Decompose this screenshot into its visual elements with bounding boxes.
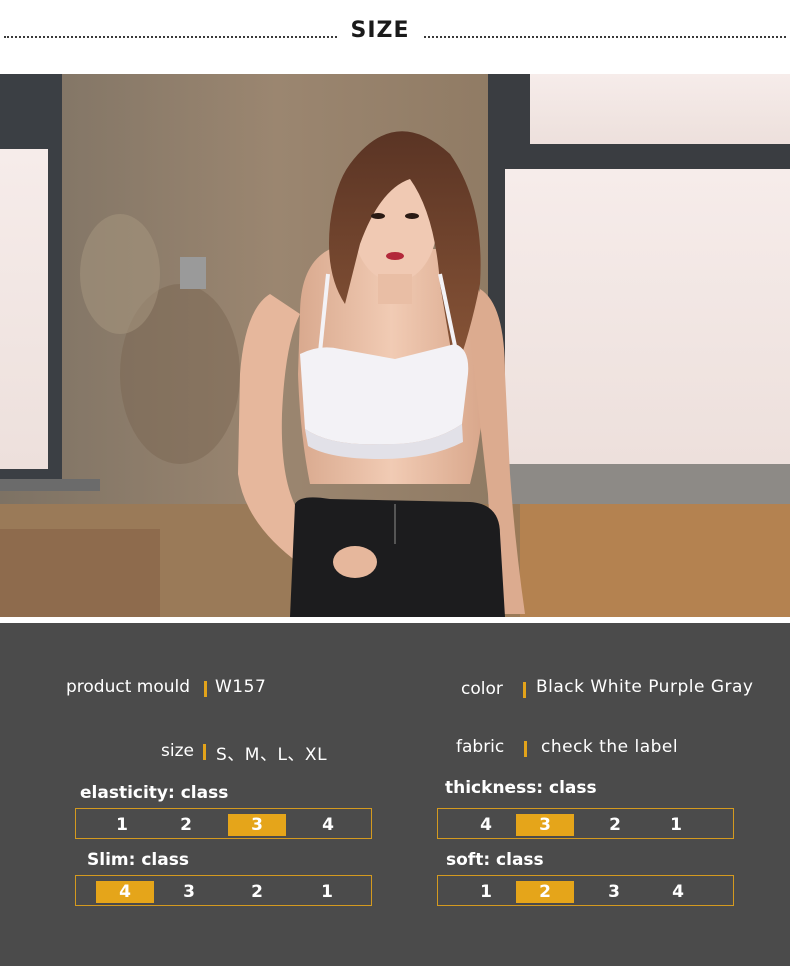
model-photo-illustration bbox=[0, 74, 790, 617]
soft-title: soft: class bbox=[446, 850, 544, 870]
thickness-scale: 4 3 2 1 bbox=[437, 808, 734, 839]
elasticity-cell: 4 bbox=[322, 815, 334, 835]
color-label: color bbox=[461, 679, 503, 699]
section-title: SIZE bbox=[350, 18, 410, 43]
dotted-divider-right bbox=[424, 36, 786, 38]
fabric-value: check the label bbox=[541, 737, 679, 757]
thickness-cell-selected: 3 bbox=[516, 814, 574, 836]
soft-scale: 1 2 3 4 bbox=[437, 875, 734, 906]
soft-cell: 3 bbox=[608, 882, 620, 902]
thickness-cell: 4 bbox=[480, 815, 492, 835]
size-header: SIZE bbox=[0, 0, 790, 74]
separator-bar bbox=[204, 681, 207, 697]
slim-cell-selected: 4 bbox=[96, 881, 154, 903]
separator-bar bbox=[203, 744, 206, 760]
elasticity-cell: 1 bbox=[116, 815, 128, 835]
elasticity-cell: 2 bbox=[180, 815, 192, 835]
separator-bar bbox=[524, 741, 527, 757]
dotted-divider-left bbox=[4, 36, 337, 38]
slim-cell: 1 bbox=[321, 882, 333, 902]
separator-bar bbox=[523, 682, 526, 698]
elasticity-title: elasticity: class bbox=[80, 783, 229, 803]
soft-cell: 1 bbox=[480, 882, 492, 902]
slim-cell: 2 bbox=[251, 882, 263, 902]
slim-title: Slim: class bbox=[87, 850, 189, 870]
thickness-cell: 1 bbox=[670, 815, 682, 835]
elasticity-scale: 1 2 3 4 bbox=[75, 808, 372, 839]
soft-cell: 4 bbox=[672, 882, 684, 902]
slim-scale: 4 3 2 1 bbox=[75, 875, 372, 906]
product-info-panel: product mould W157 color Black White Pur… bbox=[0, 623, 790, 966]
size-label: size bbox=[161, 741, 194, 761]
product-photo bbox=[0, 74, 790, 617]
fabric-label: fabric bbox=[456, 737, 505, 757]
slim-cell: 3 bbox=[183, 882, 195, 902]
size-value: S、M、L、XL bbox=[216, 745, 328, 765]
product-mould-label: product mould bbox=[66, 677, 191, 697]
elasticity-cell-selected: 3 bbox=[228, 814, 286, 836]
thickness-title: thickness: class bbox=[445, 778, 597, 798]
product-mould-value: W157 bbox=[215, 677, 267, 697]
soft-cell-selected: 2 bbox=[516, 881, 574, 903]
thickness-cell: 2 bbox=[609, 815, 621, 835]
color-value: Black White Purple Gray bbox=[536, 677, 754, 697]
